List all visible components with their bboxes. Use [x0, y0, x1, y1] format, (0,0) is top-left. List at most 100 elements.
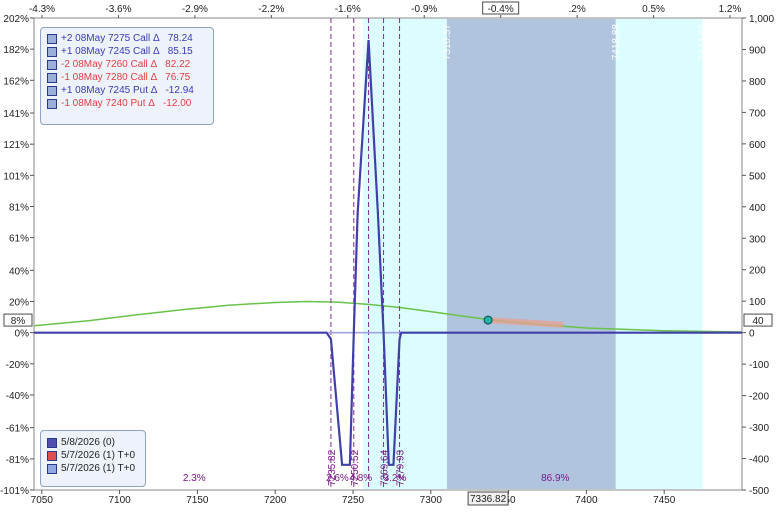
legend-delta-value: -12.00	[162, 98, 192, 109]
region-boundary-label: 7474.63	[698, 24, 709, 61]
left-axis-marker: 8%	[11, 316, 26, 327]
shaded-region	[615, 19, 703, 489]
left-axis-tick-label: 81%	[9, 202, 29, 213]
legend-position-row[interactable]: +1 08May 7245 Put Δ -12.94	[41, 84, 213, 97]
top-axis-tick-label: -0.4%	[488, 4, 514, 15]
left-axis-tick-label: 182%	[3, 45, 29, 56]
top-axis-tick-label: -2.2%	[258, 4, 284, 15]
left-axis-tick-label: 61%	[9, 234, 29, 245]
top-axis-tick-label: -1.6%	[335, 4, 361, 15]
legend-position-label: +2 08May 7275 Call Δ	[61, 33, 160, 44]
left-axis-tick-label: 141%	[3, 109, 29, 120]
probability-label: 2.6%	[326, 473, 349, 484]
region-boundary-label: 7418.88	[611, 24, 622, 61]
legend-checkbox[interactable]	[47, 59, 57, 70]
right-axis-tick-label: 500	[749, 171, 766, 182]
right-axis-tick-label: 400	[749, 203, 766, 214]
right-axis-tick-label: -100	[749, 360, 769, 371]
top-axis-tick-label: -3.6%	[105, 4, 131, 15]
shaded-region	[363, 19, 447, 489]
region-boundary-label: 7310.37	[442, 24, 453, 61]
top-axis-tick-label: -0.9%	[411, 4, 437, 15]
right-axis-tick-label: 1,000	[749, 14, 774, 25]
legend-checkbox[interactable]	[47, 85, 57, 96]
left-axis-tick-label: 40%	[9, 266, 29, 277]
left-axis-tick-label: -20%	[6, 360, 29, 371]
x-axis-tick-label: 7200	[264, 495, 287, 506]
right-axis-tick-label: 100	[749, 297, 766, 308]
legend-position-label: -1 08May 7240 Put Δ	[61, 98, 155, 109]
top-axis-tick-label: -4.3%	[29, 4, 55, 15]
region-boundary-label: 7256.61	[358, 24, 369, 61]
legend-series-row[interactable]: 5/8/2026 (0)	[41, 436, 145, 449]
legend-series-swatch[interactable]	[47, 437, 57, 448]
right-axis-tick-label: 900	[749, 45, 766, 56]
x-axis-tick-label: 7400	[575, 495, 598, 506]
legend-delta-value: 76.75	[165, 72, 191, 83]
right-axis-tick-label: 300	[749, 234, 766, 245]
legend-delta-value: 78.24	[167, 33, 193, 44]
top-axis-tick-label: 1.2%	[719, 4, 742, 15]
legend-position-row[interactable]: -1 08May 7280 Call Δ 76.75	[41, 71, 213, 84]
legend-position-label: -2 08May 7260 Call Δ	[61, 59, 158, 70]
legend-position-row[interactable]: -1 08May 7240 Put Δ -12.00	[41, 97, 213, 110]
current-price-label: 7336.82	[470, 494, 507, 505]
top-axis-tick-label: 0.5%	[642, 4, 665, 15]
probability-label: 86.9%	[541, 473, 569, 484]
left-axis-tick-label: -40%	[6, 391, 29, 402]
legend-delta-value: 85.15	[167, 46, 193, 57]
x-axis-tick-label: 7150	[186, 495, 209, 506]
top-axis-tick-label: -2.9%	[182, 4, 208, 15]
legend-series-swatch[interactable]	[47, 450, 57, 461]
x-axis-tick-label: 7050	[31, 495, 54, 506]
series-legend: 5/8/2026 (0) 5/7/2026 (1) T+0 5/7/2026 (1)…	[40, 430, 146, 487]
left-axis-tick-label: 101%	[3, 171, 29, 182]
risk-graph[interactable]: 202% 182% 162% 141% 121% 101% 81% 61% 40% 20% 0% -2…	[0, 0, 780, 508]
probability-label: 2.3%	[183, 473, 206, 484]
legend-delta-value: -12.94	[165, 85, 194, 96]
left-axis-tick-label: -101%	[0, 486, 29, 497]
left-axis-tick-label: 0%	[15, 329, 30, 340]
right-axis-marker: 40	[752, 316, 764, 327]
legend-series-label: 5/7/2026 (1) T+0	[61, 463, 136, 474]
legend-series-row[interactable]: 5/7/2026 (1) T+0	[41, 462, 145, 475]
legend-checkbox[interactable]	[47, 33, 57, 44]
left-axis-tick-label: -61%	[6, 424, 29, 435]
legend-series-label: 5/7/2026 (1) T+0	[61, 450, 136, 461]
x-axis-tick-label: 7450	[653, 495, 676, 506]
current-point-marker	[483, 315, 493, 325]
legend-checkbox[interactable]	[47, 46, 57, 57]
x-axis-tick-label: 7300	[420, 495, 443, 506]
top-axis-tick-label: .2%	[568, 4, 585, 15]
left-axis-tick-label: 202%	[3, 14, 29, 25]
right-axis-tick-label: -300	[749, 423, 769, 434]
legend-position-row[interactable]: +1 08May 7245 Call Δ 85.15	[41, 45, 213, 58]
left-axis-tick-label: -81%	[6, 455, 29, 466]
legend-position-row[interactable]: +2 08May 7275 Call Δ 78.24	[41, 32, 213, 45]
left-axis-tick-label: 121%	[3, 140, 29, 151]
shaded-region	[446, 19, 616, 489]
legend-series-swatch[interactable]	[47, 463, 57, 474]
legend-checkbox[interactable]	[47, 72, 57, 83]
right-axis-tick-label: 0	[749, 329, 755, 340]
right-axis-tick-label: 800	[749, 77, 766, 88]
legend-position-label: +1 08May 7245 Call Δ	[61, 46, 160, 57]
x-axis-tick-label: 7100	[108, 495, 131, 506]
right-axis-tick-label: 700	[749, 108, 766, 119]
left-axis-tick-label: 20%	[9, 298, 29, 309]
legend-position-row[interactable]: -2 08May 7260 Call Δ 82.22	[41, 58, 213, 71]
right-axis-tick-label: -200	[749, 392, 769, 403]
legend-delta-value: 82.22	[165, 59, 191, 70]
probability-label: 3.2%	[384, 473, 407, 484]
legend-series-label: 5/8/2026 (0)	[61, 437, 115, 448]
right-axis-tick-label: -500	[749, 486, 769, 497]
legend-checkbox[interactable]	[47, 98, 57, 109]
legend-position-label: -1 08May 7280 Call Δ	[61, 72, 158, 83]
right-axis-tick-label: 600	[749, 140, 766, 151]
probability-label: 4.8%	[349, 473, 372, 484]
right-axis-tick-label: -400	[749, 455, 769, 466]
legend-series-row[interactable]: 5/7/2026 (1) T+0	[41, 449, 145, 462]
legend-position-label: +1 08May 7245 Put Δ	[61, 85, 158, 96]
positions-legend: +2 08May 7275 Call Δ 78.24 +1 08May 7245 C…	[40, 27, 214, 125]
right-axis-tick-label: 200	[749, 266, 766, 277]
